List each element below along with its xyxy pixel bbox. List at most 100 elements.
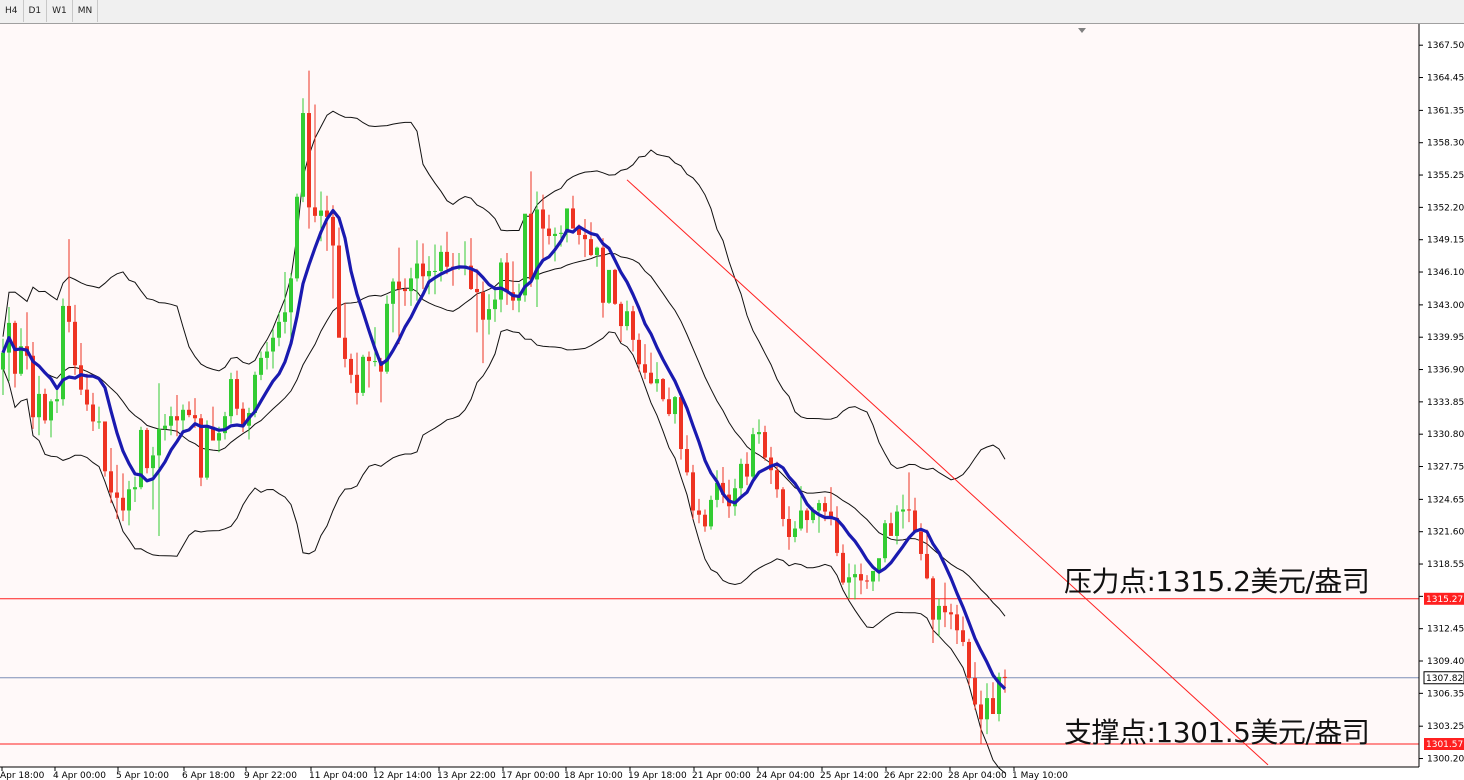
price-chart[interactable]: 1367.50 1364.45 1361.35 1358.30 1355.25 1352.…: [0, 0, 1464, 780]
candle-body: [433, 270, 437, 272]
candle-body: [625, 311, 629, 327]
x-tick-label: 24 Apr 04:00: [756, 771, 815, 780]
x-tick-label: 1 May 10:00: [1012, 771, 1068, 780]
x-tick-label: 18 Apr 10:00: [564, 771, 623, 780]
candle-body: [121, 497, 125, 511]
candle-body: [901, 509, 905, 512]
candle-body: [661, 379, 665, 400]
y-tick-label: 1306.35: [1427, 689, 1464, 699]
candle-body: [43, 393, 47, 421]
y-tick-label: 1303.25: [1427, 722, 1464, 732]
candle-body: [217, 433, 221, 441]
candle-body: [259, 357, 263, 375]
candle-body: [841, 552, 845, 583]
candle-body: [151, 455, 155, 469]
y-tick-label: 1300.20: [1427, 755, 1464, 765]
y-tick-label: 1367.50: [1427, 41, 1464, 51]
x-tick-label: 9 Apr 22:00: [244, 771, 297, 780]
candle-body: [793, 528, 797, 537]
candle-body: [601, 247, 605, 303]
plot-background: [0, 24, 1419, 767]
candle-body: [985, 698, 989, 720]
candle-body: [655, 379, 659, 384]
candle-body: [943, 605, 947, 613]
candle-body: [49, 401, 53, 421]
candle-body: [799, 510, 803, 529]
candle-body: [913, 510, 917, 532]
candle-body: [973, 677, 977, 705]
candle-body: [79, 365, 83, 390]
resistance-annotation: 压力点:1315.2美元/盎司: [1064, 565, 1370, 598]
candle-body: [991, 698, 995, 715]
candle-body: [499, 262, 503, 300]
y-tick-label: 1324.65: [1427, 495, 1464, 505]
candle-body: [349, 358, 353, 375]
candle-body: [373, 361, 377, 363]
candle-body: [103, 421, 107, 472]
candle-body: [739, 463, 743, 489]
y-tick-label: 1358.30: [1427, 139, 1464, 149]
x-tick-label: 21 Apr 00:00: [692, 771, 751, 780]
candle-body: [817, 503, 821, 511]
candle-body: [187, 409, 191, 416]
candle-body: [277, 321, 281, 338]
y-tick-label: 1364.45: [1427, 74, 1464, 84]
candle-body: [229, 379, 233, 417]
candle-body: [445, 251, 449, 267]
candle-body: [895, 511, 899, 536]
candle-body: [853, 574, 857, 578]
candle-body: [745, 463, 749, 477]
x-tick-label: Apr 18:00: [0, 771, 45, 780]
candle-body: [85, 389, 89, 405]
candle-body: [181, 409, 185, 421]
candle-body: [301, 113, 305, 197]
y-tick-label: 1355.25: [1427, 171, 1464, 181]
y-tick-label: 1309.40: [1427, 657, 1464, 667]
candle-body: [703, 514, 707, 527]
candle-body: [673, 397, 677, 415]
candle-body: [37, 393, 41, 418]
candle-body: [67, 305, 71, 322]
candle-body: [571, 208, 575, 229]
current-price-tag-label: 1307.82: [1426, 674, 1463, 684]
candle-body: [955, 614, 959, 631]
candle-body: [355, 374, 359, 393]
candle-body: [709, 499, 713, 527]
candle-body: [559, 232, 563, 234]
candle-body: [415, 263, 419, 279]
candle-body: [1, 352, 5, 370]
candle-body: [871, 570, 875, 582]
x-tick-label: 12 Apr 14:00: [373, 771, 432, 780]
candle-body: [481, 292, 485, 320]
candle-body: [589, 239, 593, 256]
x-tick-label: 17 Apr 00:00: [501, 771, 560, 780]
candle-body: [175, 416, 179, 421]
candle-body: [925, 553, 929, 579]
x-tick-label: 26 Apr 22:00: [884, 771, 943, 780]
candle-body: [595, 247, 599, 256]
candle-body: [583, 234, 587, 240]
candle-body: [757, 432, 761, 435]
candle-body: [775, 470, 779, 490]
candle-body: [691, 472, 695, 511]
candle-body: [505, 262, 509, 293]
candle-body: [637, 339, 641, 365]
candle-body: [265, 351, 269, 358]
candle-body: [823, 503, 827, 512]
candle-body: [403, 288, 407, 292]
candle-body: [157, 428, 161, 456]
y-tick-label: 1346.10: [1427, 268, 1464, 278]
price-axis: 1367.50 1364.45 1361.35 1358.30 1355.25 1352.…: [1418, 24, 1464, 767]
candle-body: [781, 489, 785, 519]
y-tick-label: 1327.75: [1427, 463, 1464, 473]
candle-body: [697, 510, 701, 515]
y-tick-label: 1330.80: [1427, 430, 1464, 440]
candle-body: [667, 399, 671, 415]
y-tick-label: 1333.85: [1427, 398, 1464, 408]
candle-body: [475, 288, 479, 293]
candle-body: [343, 337, 347, 359]
candle-body: [523, 213, 527, 296]
candle-body: [115, 492, 119, 498]
y-tick-label: 1321.60: [1427, 528, 1464, 538]
candle-body: [331, 216, 335, 246]
